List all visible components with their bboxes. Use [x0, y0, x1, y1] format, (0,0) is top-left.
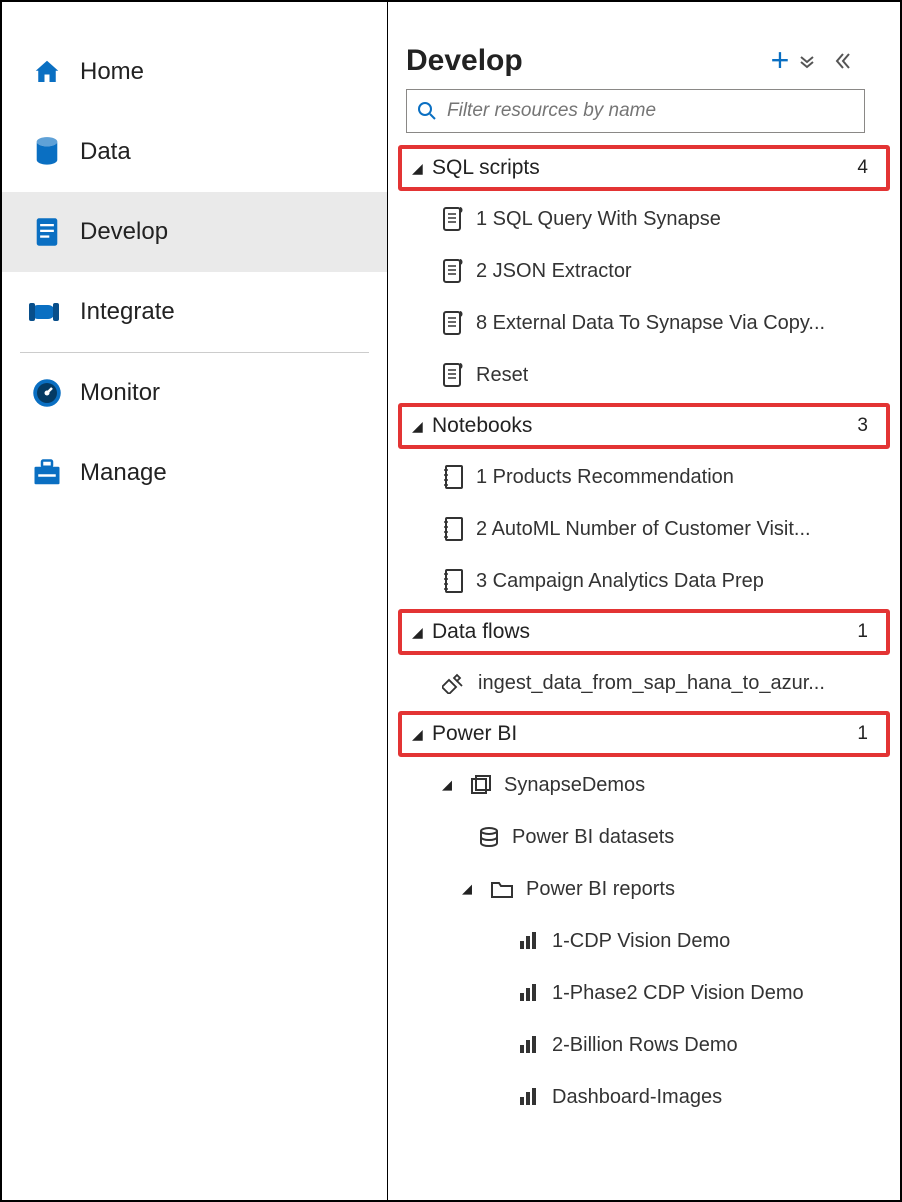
caret-down-icon: ◢	[412, 624, 432, 641]
toolbox-icon	[24, 459, 70, 487]
caret-down-icon: ◢	[462, 881, 478, 897]
caret-down-icon: ◢	[412, 418, 432, 435]
filter-input[interactable]	[447, 100, 854, 122]
item-label: Power BI reports	[526, 878, 675, 901]
panel-header: Develop +	[388, 24, 900, 89]
notebook-item[interactable]: 1 Products Recommendation	[400, 451, 888, 503]
section-power-bi[interactable]: ◢ Power BI 1	[398, 711, 890, 757]
section-count: 4	[857, 157, 868, 179]
section-count: 1	[857, 723, 868, 745]
script-icon	[442, 310, 464, 336]
report-icon	[518, 1035, 540, 1055]
pipeline-icon	[24, 297, 70, 327]
pbi-report-item[interactable]: 1-CDP Vision Demo	[400, 915, 888, 967]
caret-down-icon: ◢	[412, 726, 432, 743]
section-count: 3	[857, 415, 868, 437]
expand-all-button[interactable]	[797, 51, 831, 71]
document-icon	[24, 216, 70, 248]
left-sidebar: Home Data Develop Integrate Monitor Mana…	[2, 2, 387, 1200]
resource-tree: ◢ SQL scripts 4 1 SQL Query With Synapse…	[388, 137, 900, 1123]
item-label: 1-CDP Vision Demo	[552, 930, 730, 953]
pbi-report-item[interactable]: 1-Phase2 CDP Vision Demo	[400, 967, 888, 1019]
nav-manage[interactable]: Manage	[2, 433, 387, 513]
caret-down-icon: ◢	[442, 777, 458, 793]
panel-title: Develop	[406, 44, 763, 78]
item-label: Reset	[476, 364, 528, 387]
item-label: Power BI datasets	[512, 826, 674, 849]
item-label: 2-Billion Rows Demo	[552, 1034, 738, 1057]
pbi-datasets[interactable]: Power BI datasets	[400, 811, 888, 863]
nav-monitor-label: Monitor	[80, 379, 160, 407]
pbi-report-item[interactable]: Dashboard-Images	[400, 1071, 888, 1123]
dataflow-item[interactable]: ingest_data_from_sap_hana_to_azur...	[400, 657, 888, 709]
notebook-item[interactable]: 2 AutoML Number of Customer Visit...	[400, 503, 888, 555]
script-icon	[442, 258, 464, 284]
item-label: 1 SQL Query With Synapse	[476, 208, 721, 231]
section-label: SQL scripts	[432, 156, 857, 180]
notebook-icon	[442, 516, 464, 542]
toolbar-fragment	[388, 2, 900, 24]
pbi-reports-folder[interactable]: ◢ Power BI reports	[400, 863, 888, 915]
gauge-icon	[24, 378, 70, 408]
workspace-icon	[470, 775, 492, 795]
section-data-flows[interactable]: ◢ Data flows 1	[398, 609, 890, 655]
develop-panel: Develop + ◢ SQL scripts 4 1 SQL Query Wi…	[387, 2, 900, 1200]
item-label: 2 AutoML Number of Customer Visit...	[476, 518, 811, 541]
nav-manage-label: Manage	[80, 459, 167, 487]
caret-down-icon: ◢	[412, 160, 432, 177]
dataflow-icon	[442, 672, 466, 694]
nav-data-label: Data	[80, 138, 131, 166]
add-button[interactable]: +	[763, 42, 797, 79]
item-label: 8 External Data To Synapse Via Copy...	[476, 312, 825, 335]
report-icon	[518, 983, 540, 1003]
notebook-icon	[442, 464, 464, 490]
report-icon	[518, 1087, 540, 1107]
collapse-panel-button[interactable]	[831, 51, 865, 71]
nav-home[interactable]: Home	[2, 32, 387, 112]
nav-integrate-label: Integrate	[80, 298, 175, 326]
pbi-report-item[interactable]: 2-Billion Rows Demo	[400, 1019, 888, 1071]
script-icon	[442, 362, 464, 388]
pbi-workspace[interactable]: ◢ SynapseDemos	[400, 759, 888, 811]
nav-develop-label: Develop	[80, 218, 168, 246]
datasets-icon	[478, 826, 500, 848]
nav-data[interactable]: Data	[2, 112, 387, 192]
section-label: Power BI	[432, 722, 857, 746]
report-icon	[518, 931, 540, 951]
item-label: 1 Products Recommendation	[476, 466, 734, 489]
item-label: 2 JSON Extractor	[476, 260, 632, 283]
sql-item[interactable]: 2 JSON Extractor	[400, 245, 888, 297]
notebook-icon	[442, 568, 464, 594]
item-label: 1-Phase2 CDP Vision Demo	[552, 982, 804, 1005]
section-notebooks[interactable]: ◢ Notebooks 3	[398, 403, 890, 449]
search-icon	[417, 101, 437, 121]
nav-develop[interactable]: Develop	[2, 192, 387, 272]
nav-home-label: Home	[80, 58, 144, 86]
nav-integrate[interactable]: Integrate	[2, 272, 387, 352]
sql-item[interactable]: Reset	[400, 349, 888, 401]
folder-icon	[490, 879, 514, 899]
item-label: ingest_data_from_sap_hana_to_azur...	[478, 672, 825, 695]
item-label: 3 Campaign Analytics Data Prep	[476, 570, 764, 593]
section-label: Notebooks	[432, 414, 857, 438]
script-icon	[442, 206, 464, 232]
sql-item[interactable]: 8 External Data To Synapse Via Copy...	[400, 297, 888, 349]
sql-item[interactable]: 1 SQL Query With Synapse	[400, 193, 888, 245]
section-count: 1	[857, 621, 868, 643]
filter-box[interactable]	[406, 89, 865, 133]
database-icon	[24, 136, 70, 168]
home-icon	[24, 57, 70, 87]
notebook-item[interactable]: 3 Campaign Analytics Data Prep	[400, 555, 888, 607]
item-label: SynapseDemos	[504, 774, 645, 797]
nav-monitor[interactable]: Monitor	[2, 353, 387, 433]
item-label: Dashboard-Images	[552, 1086, 722, 1109]
section-label: Data flows	[432, 620, 857, 644]
section-sql-scripts[interactable]: ◢ SQL scripts 4	[398, 145, 890, 191]
